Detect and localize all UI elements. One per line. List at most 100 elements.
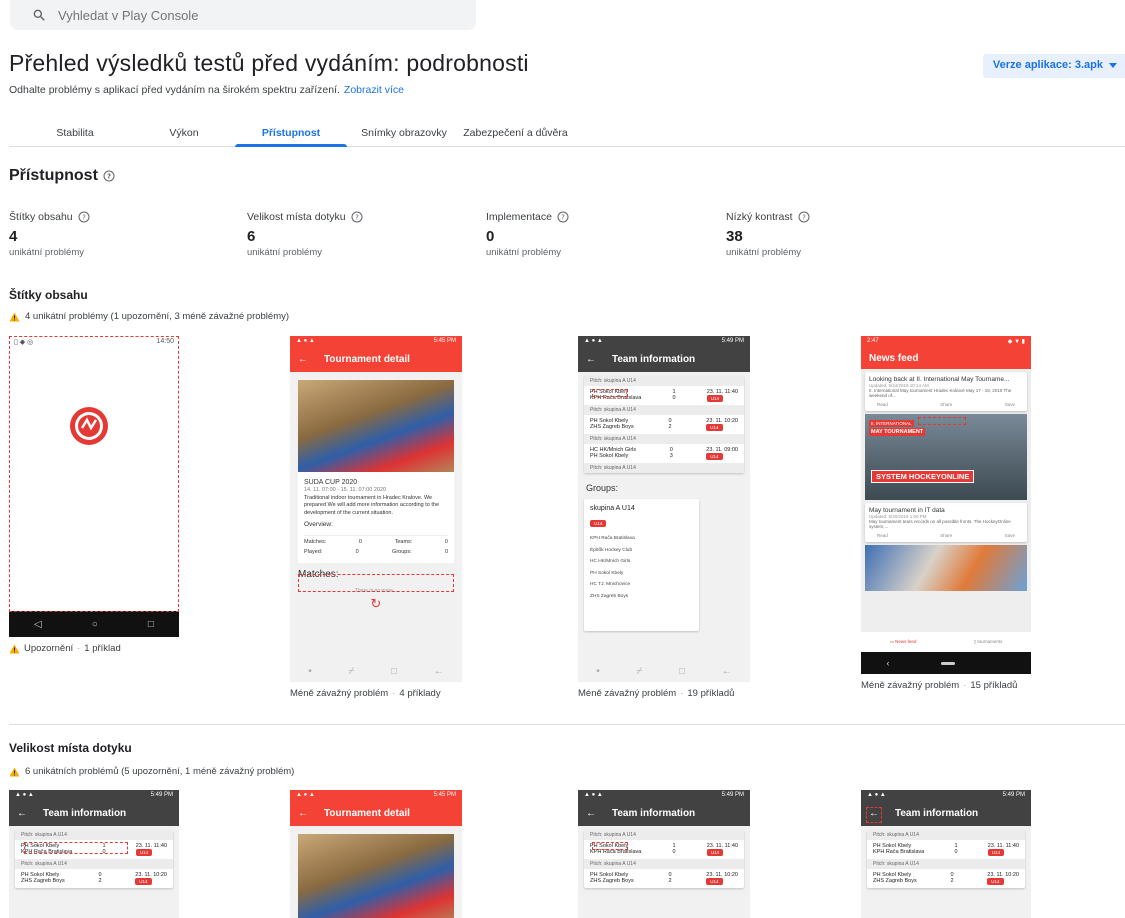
group-badge: U14 (987, 849, 1004, 856)
read-button[interactable]: Read (877, 533, 888, 538)
tournament-desc: Traditional indoor tournament in Hradec … (304, 494, 440, 516)
metric-touch-target[interactable]: Velikost místa dotyku? 6 unikátní problé… (247, 211, 363, 258)
issue-highlight (592, 389, 628, 397)
app-bar: ← Tournament detail (290, 801, 462, 826)
group-team: Építők Hockey Club (590, 547, 633, 553)
overview-value: 0 (444, 549, 448, 556)
score: 2 (668, 878, 672, 884)
group-title-content-labels: Štítky obsahu (9, 288, 88, 302)
news-card[interactable]: May tournament in IT data Updated: 5/20/… (865, 503, 1027, 542)
back-arrow-icon[interactable]: ← (17, 808, 27, 819)
status-icons: ◆ ▼ ▮ (1007, 339, 1025, 345)
severity-label: Upozornění (24, 643, 74, 654)
app-bar-title: Team information (895, 808, 979, 819)
team-name: ZHS Zagreb Boys (21, 878, 65, 884)
score: 0 (954, 849, 958, 855)
nav-swipe-icon: ⌿ (348, 665, 355, 677)
help-icon[interactable]: ? (557, 211, 569, 223)
banner-line: MAY TOURNAMENT (869, 428, 926, 436)
back-arrow-icon[interactable]: ← (586, 808, 596, 819)
tab-bar: Stabilita Výkon Přístupnost Snímky obraz… (9, 117, 1125, 147)
app-version-select[interactable]: Verze aplikace: 3.apk (982, 54, 1125, 78)
group-team: PH Sokol Kbely (590, 570, 624, 576)
status-time: 5:45 PM (433, 338, 456, 344)
screenshot-tournament-detail[interactable]: ▲ ● ▲ 5:45 PM ← Tournament detail (290, 790, 462, 918)
status-time: 5:45 PM (433, 792, 456, 798)
app-bar: ← Team information (578, 347, 750, 372)
match-card: Pitch: skupina A U14 PH Sokol Kbely KPH R… (15, 830, 173, 888)
news-photo (865, 545, 1027, 591)
group-name: skupina A U14 (590, 505, 635, 512)
screenshot-news-feed[interactable]: 2:47 ◆ ▼ ▮ News feed Looking back at II. … (861, 336, 1031, 674)
news-banner-image: II. INTERNATIONAL MAY TOURNAMENT SYSTEM … (865, 414, 1027, 500)
metric-sub: unikátní problémy (247, 247, 322, 258)
tab-security[interactable]: Zabezpečení a důvěra (453, 127, 578, 139)
metric-content-labels[interactable]: Štítky obsahu? 4 unikátní problémy (9, 211, 90, 258)
screenshot-team-information[interactable]: ▲ ● ▲ 5:49 PM ← Team information Pitch: sk… (9, 790, 179, 918)
back-arrow-icon[interactable]: ← (298, 808, 308, 819)
tab-stability[interactable]: Stabilita (45, 127, 105, 139)
search-bar[interactable] (10, 0, 476, 30)
search-input[interactable] (58, 7, 438, 23)
screenshot-caption: Upozornění · 1 příklad (9, 643, 121, 654)
app-bar-title: Team information (43, 808, 127, 819)
back-arrow-icon[interactable]: ← (586, 354, 596, 365)
tab-tournaments[interactable]: ▯ tournaments (974, 639, 1003, 645)
metric-sub: unikátní problémy (726, 247, 801, 258)
metric-low-contrast[interactable]: Nízký kontrast? 38 unikátní problémy (726, 211, 810, 258)
help-icon[interactable]: ? (798, 211, 810, 223)
group-badge: U14 (706, 849, 723, 856)
match-row: HC HK/Mnich Girls PH Sokol Kbely 0 3 23. 11.… (584, 444, 744, 463)
pitch-label: Pitch: skupina A U14 (15, 859, 173, 869)
home-nav-icon: ○ (91, 618, 98, 630)
metric-label: Nízký kontrast (726, 211, 793, 223)
pitch-label: Pitch: skupina A U14 (584, 376, 744, 386)
svg-text:?: ? (802, 214, 806, 222)
read-button[interactable]: Read (877, 402, 888, 407)
nav-bar: • ⌿ □ ← (290, 660, 462, 682)
news-text: May tournament tears records on all poss… (869, 519, 1011, 529)
screenshot-tournament-detail[interactable]: ▲ ● ▲ 5:45 PM ← Tournament detail SUDA CUP… (290, 336, 462, 682)
group-team: ZHS Zagreb Boys (590, 593, 629, 599)
screenshot-team-information[interactable]: ▲ ● ▲ 5:49 PM ← Team information Pitch: sk… (861, 790, 1031, 918)
help-icon[interactable]: ? (351, 211, 363, 223)
separator-dot: · (77, 643, 81, 654)
pitch-label: Pitch: skupina A U14 (867, 859, 1025, 869)
help-icon[interactable]: ? (103, 170, 115, 182)
tab-accessibility[interactable]: Přístupnost (235, 127, 347, 139)
tab-screenshots[interactable]: Snímky obrazovky (349, 127, 459, 139)
score: 0 (672, 395, 676, 401)
news-actions: Read Share Save (869, 533, 1023, 538)
save-button[interactable]: Save (1005, 402, 1015, 407)
group-team-list: KPH Rača Bratislava Építők Hockey Club H… (590, 533, 693, 602)
status-bar: ▲ ● ▲ 5:49 PM (578, 336, 750, 347)
pitch-label: Pitch: skupina A U14 (584, 434, 744, 444)
home-pill-icon (940, 661, 955, 665)
active-tab-indicator (235, 144, 347, 147)
show-more-link[interactable]: Zobrazit více (344, 84, 404, 96)
metric-implementation[interactable]: Implementace? 0 unikátní problémy (486, 211, 569, 258)
status-time: 5:49 PM (1002, 792, 1025, 798)
share-button[interactable]: Share (940, 402, 952, 407)
match-row: PH Sokol Kbely KPH Rača Bratislava 1 0 23. 1… (867, 840, 1025, 859)
pitch-label: Pitch: skupina A U14 (584, 463, 744, 473)
group-summary: 6 unikátních problémů (5 upozornění, 1 m… (9, 766, 294, 777)
news-card[interactable]: Looking back at II. International May To… (865, 372, 1027, 411)
refresh-icon[interactable]: ↻ (290, 596, 462, 612)
save-button[interactable]: Save (1005, 533, 1015, 538)
screenshot-team-information[interactable]: ▲ ● ▲ 5:49 PM ← Team information Pitch: sk… (578, 790, 750, 918)
overview-value: 0 (444, 538, 448, 545)
banner-line: SYSTEM HOCKEYONLINE (871, 470, 975, 483)
news-title: May tournament in IT data (869, 507, 945, 514)
status-icons: ▲ ● ▲ (296, 792, 315, 798)
screenshot-team-information[interactable]: ▲ ● ▲ 5:49 PM ← Team information Pitch: sk… (578, 336, 750, 682)
back-arrow-icon[interactable]: ← (298, 354, 308, 365)
example-count: 4 příklady (399, 688, 441, 699)
group-badge: U14 (590, 520, 607, 527)
metric-value: 38 (726, 228, 743, 245)
share-button[interactable]: Share (940, 533, 952, 538)
nav-bar: • ⌿ □ ← (578, 660, 750, 682)
tab-performance[interactable]: Výkon (149, 127, 219, 139)
tab-news-feed[interactable]: ▭ News feed (890, 639, 917, 645)
help-icon[interactable]: ? (78, 211, 90, 223)
